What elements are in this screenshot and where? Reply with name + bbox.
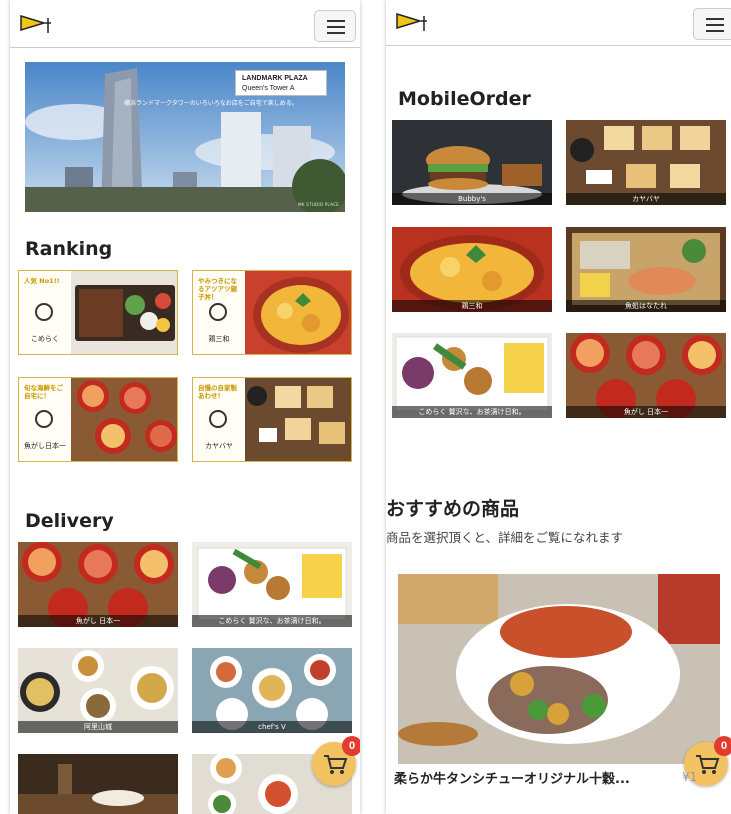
hero-caption: 横浜ランドマークタワーのいろいろなお店をご自宅で楽しめる。 xyxy=(124,100,298,107)
sandwich-photo xyxy=(245,378,351,461)
cart-count-badge: 0 xyxy=(714,736,731,756)
tile-caption: 阿里山城 xyxy=(18,721,178,733)
ranking-shop-name: 鶏三和 xyxy=(208,335,230,343)
flag-logo-icon[interactable] xyxy=(396,12,432,32)
ranking-card-2[interactable]: やみつきになるアツアツ親子丼！ 鶏三和 xyxy=(192,270,352,355)
ranking-tag: やみつきになるアツアツ親子丼！ xyxy=(198,277,237,301)
hero-credit: MK STUDIO PLACE xyxy=(297,203,339,208)
delivery-tile-1[interactable]: 魚がし 日本一 xyxy=(18,542,178,627)
hero-banner[interactable]: LANDMARK PLAZA Queen's Tower A 横浜ランドマークタ… xyxy=(25,62,345,212)
tile-caption: 鶏三和 xyxy=(392,300,552,312)
delivery-title: Delivery xyxy=(25,510,114,532)
mobile-order-tile-1[interactable]: Bubby's xyxy=(392,120,552,205)
hamburger-menu-button[interactable] xyxy=(314,10,356,42)
ranking-card-label: 旬な海鮮をご自宅に！ 魚がし日本一 xyxy=(19,378,71,461)
tile-caption: こめらく 贅沢な、お茶漬け日和。 xyxy=(192,615,352,627)
left-phone-screen: LANDMARK PLAZA Queen's Tower A 横浜ランドマークタ… xyxy=(10,0,360,814)
mobile-order-tile-5[interactable]: こめらく 贅沢な、お茶漬け日和。 xyxy=(392,333,552,418)
ranking-shop-name: カヤバヤ xyxy=(205,442,233,450)
ranking-tag: 人気 No1!! xyxy=(24,277,60,285)
shop-logo-icon xyxy=(35,303,53,321)
ranking-tag: 自慢の自家製あわせ！ xyxy=(198,384,237,400)
hamburger-menu-button[interactable] xyxy=(693,8,731,40)
beef-stew-photo xyxy=(398,574,720,764)
cart-button[interactable]: 0 xyxy=(312,736,360,786)
badge-title: LANDMARK PLAZA xyxy=(242,75,308,82)
ranking-shop-name: 魚がし日本一 xyxy=(24,442,66,450)
ranking-shop-name: こめらく xyxy=(31,335,59,343)
tile-caption: 魚処はなたれ xyxy=(566,300,726,312)
ranking-tag: 旬な海鮮をご自宅に！ xyxy=(24,384,63,400)
ranking-card-label: やみつきになるアツアツ親子丼！ 鶏三和 xyxy=(193,271,245,354)
product-name[interactable]: 柔らか牛タンシチューオリジナル十穀... xyxy=(394,768,630,787)
cafe-photo xyxy=(18,754,178,814)
header-bar xyxy=(10,0,360,48)
oyakodon-photo xyxy=(245,271,351,354)
shop-logo-icon xyxy=(35,410,53,428)
badge-subtitle: Queen's Tower A xyxy=(242,85,295,92)
mobile-order-tile-6[interactable]: 魚がし 日本一 xyxy=(566,333,726,418)
delivery-tile-3[interactable]: 阿里山城 xyxy=(18,648,178,733)
right-phone-screen: MobileOrder Bubby's カヤバヤ 鶏三和 魚処はなたれ こめらく… xyxy=(386,0,731,814)
tile-caption: こめらく 贅沢な、お茶漬け日和。 xyxy=(392,406,552,418)
delivery-tile-4[interactable]: chef's V xyxy=(192,648,352,733)
delivery-tile-5[interactable] xyxy=(18,754,178,814)
ranking-card-label: 人気 No1!! こめらく xyxy=(19,271,71,354)
mobile-order-tile-4[interactable]: 魚処はなたれ xyxy=(566,227,726,312)
landmark-plaza-badge: LANDMARK PLAZA Queen's Tower A xyxy=(235,70,327,96)
ranking-title: Ranking xyxy=(25,238,113,260)
product-price: ¥1 xyxy=(682,770,698,784)
shop-logo-icon xyxy=(209,303,227,321)
tile-caption: 魚がし 日本一 xyxy=(18,615,178,627)
ranking-card-3[interactable]: 旬な海鮮をご自宅に！ 魚がし日本一 xyxy=(18,377,178,462)
header-bar xyxy=(386,0,731,46)
cart-count-badge: 0 xyxy=(342,736,360,756)
flag-logo-icon[interactable] xyxy=(20,14,56,34)
tile-caption: 魚がし 日本一 xyxy=(566,406,726,418)
ranking-card-4[interactable]: 自慢の自家製あわせ！ カヤバヤ xyxy=(192,377,352,462)
tile-caption: Bubby's xyxy=(392,193,552,205)
tile-caption: カヤバヤ xyxy=(566,193,726,205)
kaisendon-photo xyxy=(71,378,177,461)
tile-caption: chef's V xyxy=(192,721,352,733)
mobile-order-tile-2[interactable]: カヤバヤ xyxy=(566,120,726,205)
mobile-order-title: MobileOrder xyxy=(398,88,531,110)
recommend-title: おすすめの商品 xyxy=(386,498,520,520)
ranking-card-1[interactable]: 人気 No1!! こめらく xyxy=(18,270,178,355)
shop-logo-icon xyxy=(209,410,227,428)
delivery-tile-2[interactable]: こめらく 贅沢な、お茶漬け日和。 xyxy=(192,542,352,627)
bento-photo xyxy=(71,271,177,354)
recommend-subtitle: 商品を選択頂くと、詳細をご覧になれます xyxy=(386,530,624,545)
mobile-order-tile-3[interactable]: 鶏三和 xyxy=(392,227,552,312)
ranking-card-label: 自慢の自家製あわせ！ カヤバヤ xyxy=(193,378,245,461)
